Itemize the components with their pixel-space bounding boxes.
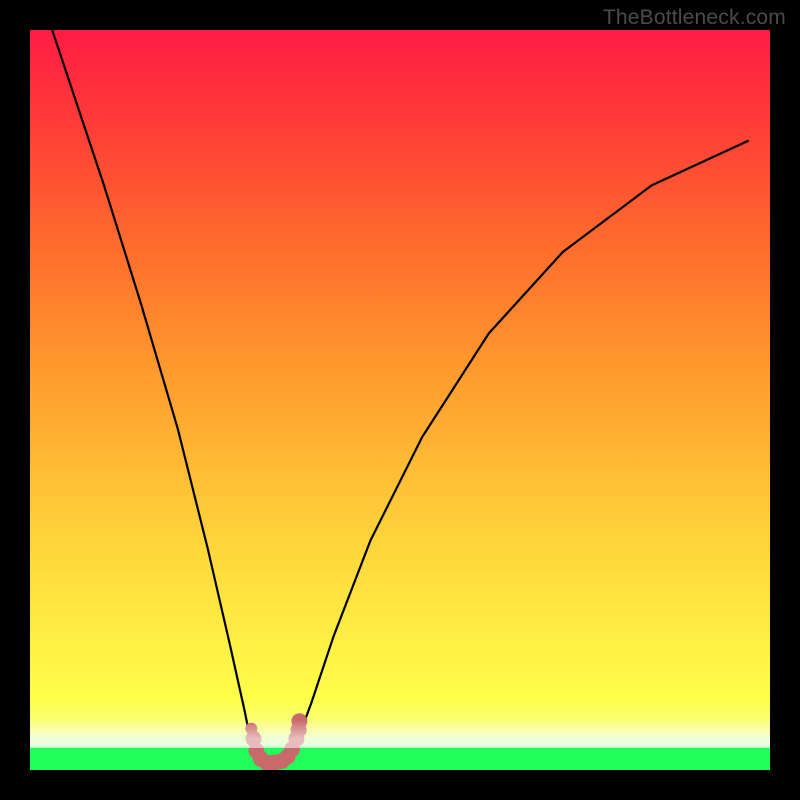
marker-dot (291, 713, 307, 729)
chart-container: TheBottleneck.com (0, 0, 800, 800)
bottleneck-curve (52, 30, 748, 763)
plot-area (30, 30, 770, 770)
plot-svg (30, 30, 770, 770)
marker-dot (245, 723, 257, 735)
marker-cluster (245, 713, 307, 770)
watermark-text: TheBottleneck.com (603, 6, 786, 30)
